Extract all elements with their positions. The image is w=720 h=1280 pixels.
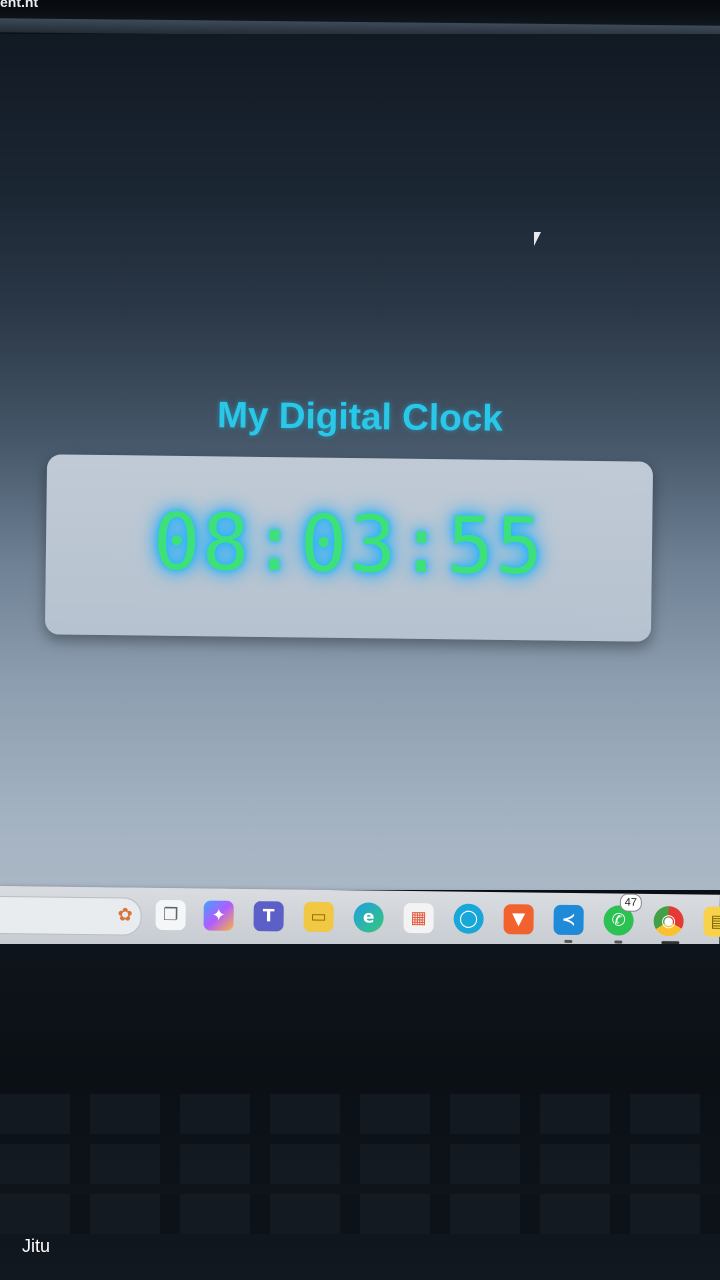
alexa-icon[interactable]: ◯ bbox=[453, 903, 484, 934]
teams-icon[interactable]: T bbox=[253, 901, 284, 932]
copilot-icon[interactable]: ✦ bbox=[203, 900, 234, 931]
clock-time-display: 08:03:55 bbox=[152, 497, 546, 593]
sticky-notes-icon[interactable]: ▤ bbox=[703, 906, 720, 937]
keyboard-row bbox=[0, 1194, 720, 1234]
clock-title: My Digital Clock bbox=[216, 394, 504, 439]
chrome-icon[interactable]: ◉ bbox=[653, 905, 684, 937]
keyboard-row bbox=[0, 1094, 720, 1134]
keyboard-row bbox=[0, 1144, 720, 1184]
photo-watermark: Jitu bbox=[22, 1236, 51, 1256]
edge-icon[interactable]: e bbox=[353, 902, 384, 933]
brave-icon[interactable]: ▼ bbox=[503, 904, 534, 935]
windows-taskbar: ✿ ❐ ✦ T ▭ e ▦ ◯ ▼ ≺ ✆ 47 ◉ ▤ bbox=[0, 886, 720, 953]
browser-viewport: My Digital Clock 08:03:55 bbox=[0, 34, 720, 890]
file-explorer-icon[interactable]: ▭ bbox=[303, 901, 334, 933]
task-view-icon[interactable]: ❐ bbox=[155, 899, 186, 931]
clock-panel: 08:03:55 bbox=[44, 454, 654, 642]
whatsapp-notification-badge: 47 bbox=[619, 893, 642, 912]
vscode-icon[interactable]: ≺ bbox=[553, 904, 584, 936]
store-icon[interactable]: ▦ bbox=[403, 902, 434, 934]
taskbar-search-box[interactable]: ✿ bbox=[0, 895, 142, 936]
mouse-cursor-icon bbox=[534, 232, 541, 246]
vscode-running-indicator bbox=[564, 939, 573, 943]
laptop-keyboard-area bbox=[0, 944, 720, 1280]
browser-tab-title-fragment[interactable]: ent.ht bbox=[0, 0, 38, 10]
search-highlight-icon: ✿ bbox=[117, 904, 133, 925]
